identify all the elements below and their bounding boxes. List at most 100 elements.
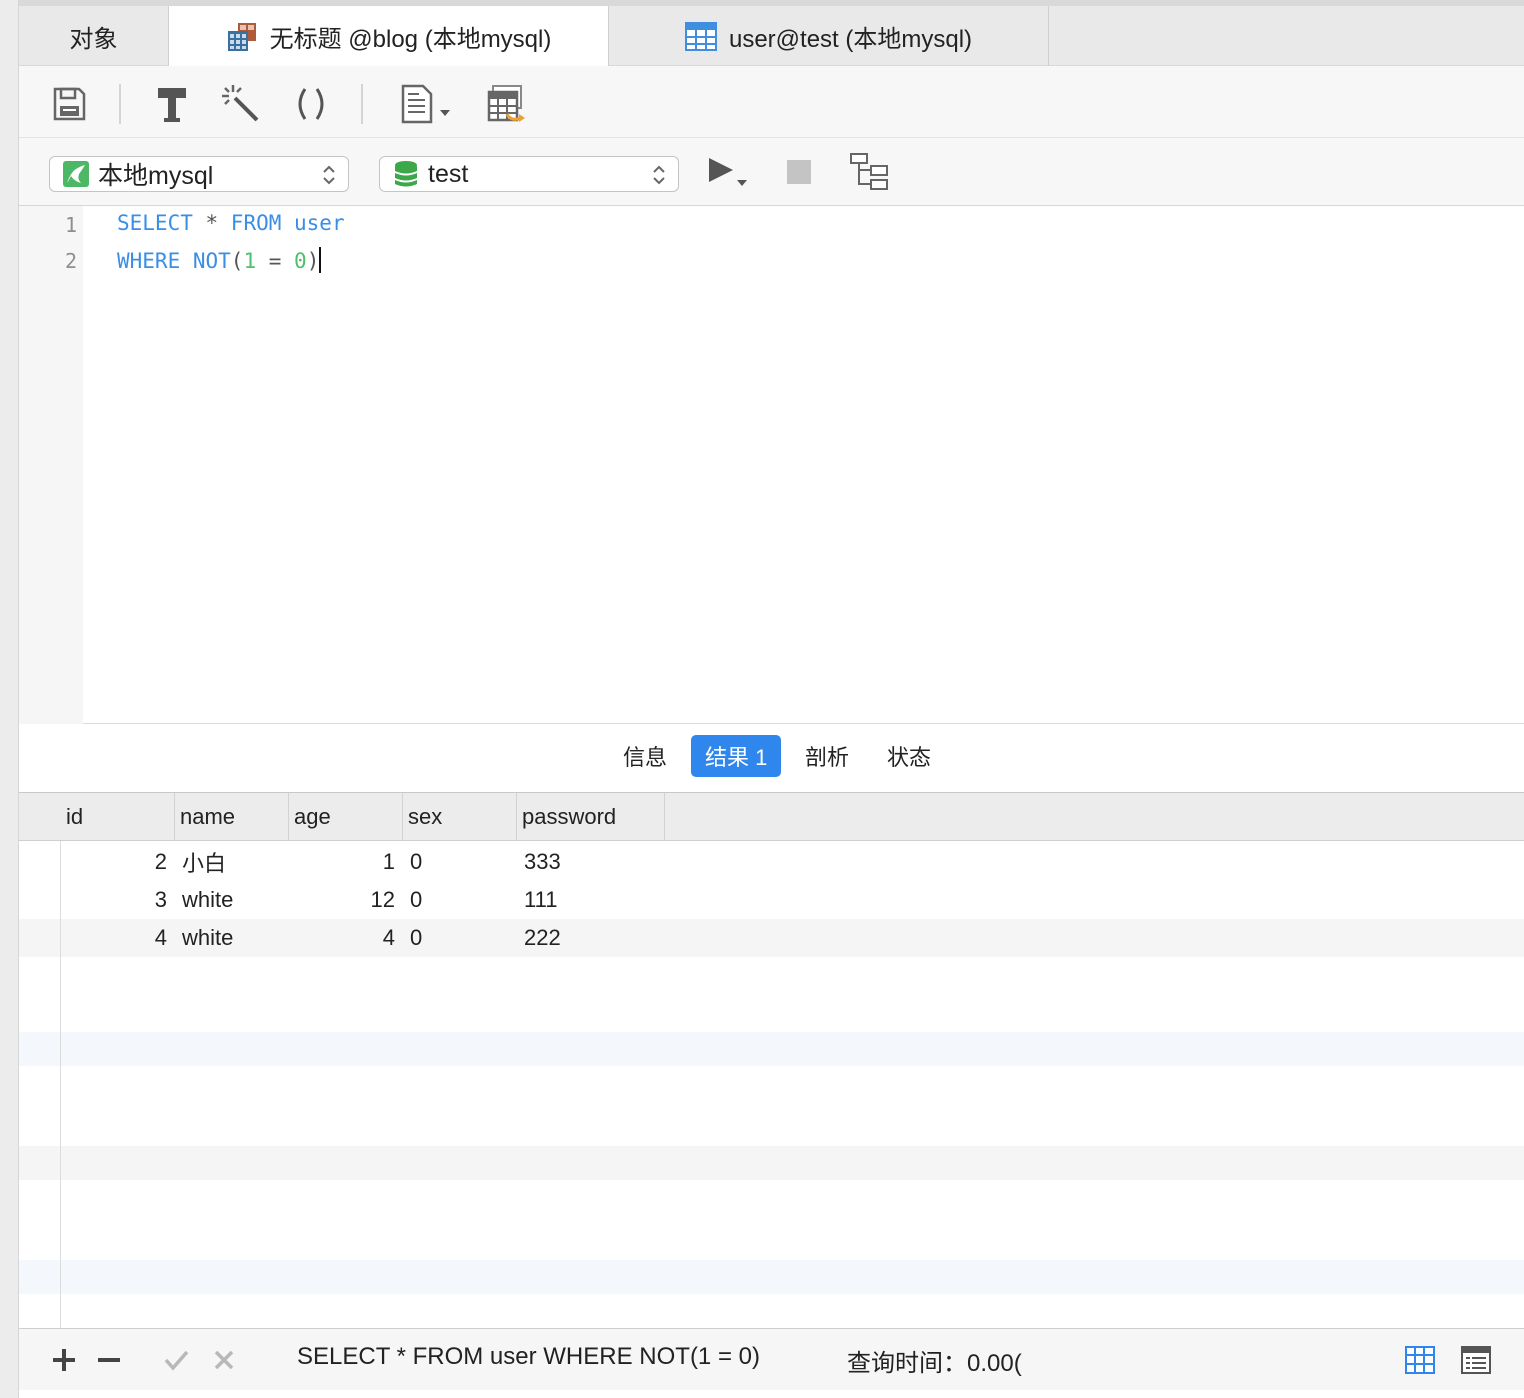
cell-name[interactable]: white bbox=[182, 919, 282, 957]
cell-id[interactable]: 3 bbox=[61, 881, 167, 919]
explain-button[interactable] bbox=[849, 152, 889, 192]
result-grid[interactable]: id name age sex password 2 小白 1 0 333 3 … bbox=[19, 793, 1524, 1328]
stop-button[interactable] bbox=[779, 152, 819, 192]
database-select[interactable]: test bbox=[379, 156, 679, 192]
grid-header: id name age sex password bbox=[19, 793, 1524, 841]
run-button[interactable] bbox=[705, 152, 755, 192]
cell-id[interactable]: 4 bbox=[61, 919, 167, 957]
code-line-2[interactable]: WHERE NOT(1 = 0) bbox=[117, 247, 322, 273]
table-row[interactable]: 2 小白 1 0 333 bbox=[19, 843, 1524, 881]
number-literal: 0 bbox=[294, 249, 307, 273]
empty-row bbox=[19, 1260, 1524, 1294]
tab-untitled-query[interactable]: 无标题 @blog (本地mysql) bbox=[169, 6, 609, 67]
column-header-age[interactable]: age bbox=[289, 793, 403, 841]
tab-label: user@test (本地mysql) bbox=[728, 25, 973, 53]
table-identifier: user bbox=[281, 211, 345, 235]
connection-select[interactable]: 本地mysql bbox=[49, 156, 349, 192]
navicat-window: 对象 无标题 @blog (本地mysql) user@test (本地mysq… bbox=[18, 0, 1524, 1398]
connection-label: 本地mysql bbox=[98, 162, 214, 190]
tab-objects[interactable]: 对象 bbox=[19, 6, 169, 66]
column-header-password[interactable]: password bbox=[517, 793, 665, 841]
apply-changes-button[interactable] bbox=[161, 1345, 191, 1375]
row-header-divider bbox=[60, 841, 61, 1328]
tab-user-table[interactable]: user@test (本地mysql) bbox=[609, 6, 1049, 66]
tab-info[interactable]: 信息 bbox=[609, 735, 681, 777]
export-result-button[interactable] bbox=[485, 84, 529, 124]
code-line-1[interactable]: SELECT * FROM user bbox=[117, 211, 345, 235]
cell-password[interactable]: 222 bbox=[524, 919, 664, 957]
empty-row bbox=[19, 1146, 1524, 1180]
status-bar: SELECT * FROM user WHERE NOT(1 = 0) 查询时间… bbox=[19, 1328, 1524, 1390]
query-time: 查询时间：0.00( bbox=[847, 1343, 1043, 1378]
cell-password[interactable]: 111 bbox=[524, 881, 664, 919]
cell-name[interactable]: 小白 bbox=[182, 843, 282, 881]
operator-star: * bbox=[192, 211, 231, 235]
query-time-label: 查询时间： bbox=[847, 1350, 967, 1377]
parentheses-icon bbox=[298, 88, 324, 120]
sql-editor[interactable]: 1 2 SELECT * FROM user WHERE NOT(1 = 0) bbox=[19, 206, 1524, 724]
cell-age[interactable]: 4 bbox=[289, 919, 395, 957]
run-icon bbox=[709, 158, 747, 186]
cell-age[interactable]: 1 bbox=[289, 843, 395, 881]
grid-view-button[interactable] bbox=[1405, 1345, 1435, 1375]
export-table-icon bbox=[487, 85, 525, 122]
keyword-not: NOT bbox=[180, 249, 231, 273]
query-time-value: 0.00( bbox=[967, 1350, 1022, 1377]
chevron-updown-icon bbox=[653, 165, 665, 185]
cell-id[interactable]: 2 bbox=[61, 843, 167, 881]
query-table-icon bbox=[226, 21, 258, 53]
close-icon bbox=[214, 1350, 234, 1370]
column-header-name[interactable]: name bbox=[175, 793, 289, 841]
save-button[interactable] bbox=[49, 84, 89, 124]
editor-toolbar bbox=[19, 66, 1524, 138]
tab-result-1[interactable]: 结果 1 bbox=[691, 735, 782, 777]
tab-status[interactable]: 状态 bbox=[873, 735, 945, 777]
delete-record-button[interactable] bbox=[94, 1345, 124, 1375]
cell-sex[interactable]: 0 bbox=[410, 881, 510, 919]
cell-name[interactable]: white bbox=[182, 881, 282, 919]
connection-toolbar: 本地mysql test bbox=[19, 138, 1524, 206]
document-dropdown-icon bbox=[401, 84, 450, 124]
cell-sex[interactable]: 0 bbox=[410, 843, 510, 881]
toolbar-divider bbox=[361, 84, 363, 124]
keyword-where: WHERE bbox=[117, 249, 181, 273]
wrap-parentheses-button[interactable] bbox=[291, 84, 331, 124]
keyword-from: FROM bbox=[230, 211, 282, 235]
beautify-sql-button[interactable] bbox=[152, 84, 192, 124]
tab-label: 对象 bbox=[69, 25, 118, 53]
code-completion-button[interactable] bbox=[221, 84, 261, 124]
column-header-id[interactable]: id bbox=[61, 793, 175, 841]
grid-view-icon bbox=[1405, 1346, 1435, 1374]
table-row[interactable]: 4 white 4 0 222 bbox=[19, 919, 1524, 957]
paren-close: ) bbox=[306, 249, 320, 273]
executed-query-text: SELECT * FROM user WHERE NOT(1 = 0) bbox=[297, 1343, 760, 1370]
checkmark-icon bbox=[164, 1350, 189, 1371]
discard-changes-button[interactable] bbox=[209, 1345, 239, 1375]
line-number: 1 bbox=[64, 213, 77, 237]
line-number-gutter: 1 2 bbox=[19, 206, 83, 724]
snippet-dropdown-button[interactable] bbox=[399, 84, 459, 124]
tab-bar: 对象 无标题 @blog (本地mysql) user@test (本地mysq… bbox=[19, 0, 1524, 67]
explain-icon bbox=[850, 153, 888, 190]
form-view-icon bbox=[1461, 1346, 1491, 1374]
line-number: 2 bbox=[64, 249, 77, 273]
operator-equals: = bbox=[256, 249, 295, 273]
cell-sex[interactable]: 0 bbox=[410, 919, 510, 957]
tab-profile[interactable]: 剖析 bbox=[791, 735, 863, 777]
cell-password[interactable]: 333 bbox=[524, 843, 664, 881]
table-row[interactable]: 3 white 12 0 111 bbox=[19, 881, 1524, 919]
cell-age[interactable]: 12 bbox=[289, 881, 395, 919]
save-icon bbox=[53, 87, 86, 121]
add-record-button[interactable] bbox=[49, 1345, 79, 1375]
minus-icon bbox=[98, 1358, 120, 1362]
table-icon bbox=[684, 20, 717, 52]
paren-open: ( bbox=[230, 249, 244, 273]
number-literal: 1 bbox=[243, 249, 257, 273]
toolbar-divider bbox=[119, 84, 121, 124]
column-header-sex[interactable]: sex bbox=[403, 793, 517, 841]
form-view-button[interactable] bbox=[1461, 1345, 1491, 1375]
magic-wand-icon bbox=[222, 85, 259, 122]
database-label: test bbox=[428, 159, 469, 188]
stop-icon bbox=[787, 160, 811, 184]
text-caret bbox=[319, 247, 322, 273]
